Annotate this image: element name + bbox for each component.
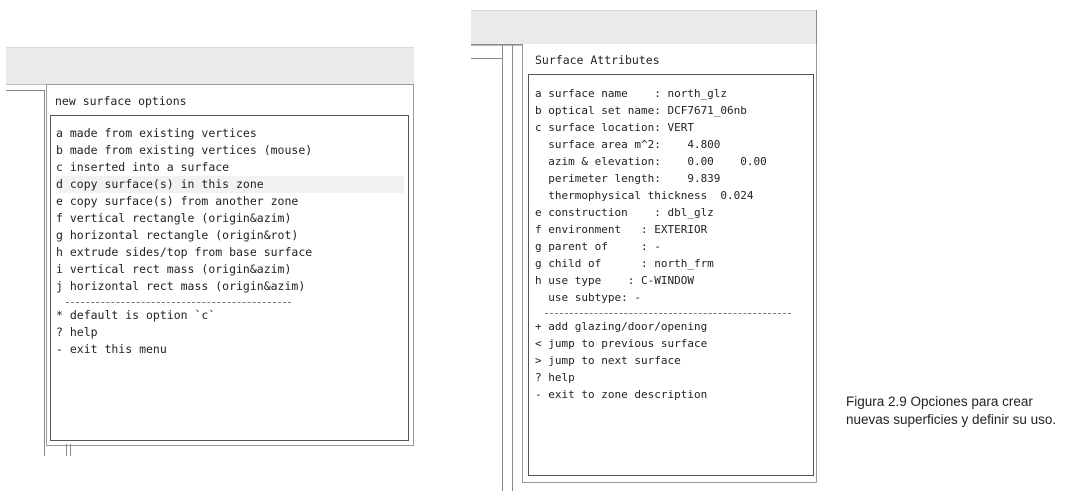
exit-option[interactable]: - exit to zone description xyxy=(535,386,811,403)
left-menu-panel: new surface options a made from existing… xyxy=(46,84,414,446)
attr-azim-elevation: azim & elevation: 0.00 0.00 xyxy=(535,155,767,168)
menu-option-i[interactable]: i vertical rect mass (origin&azim) xyxy=(56,261,404,278)
left-menu-list: a made from existing vertices b made fro… xyxy=(56,125,404,358)
menu-exit[interactable]: - exit this menu xyxy=(56,341,404,358)
right-window-titlebar xyxy=(471,10,817,46)
next-surface-option[interactable]: > jump to next surface xyxy=(535,352,811,369)
left-menu-box: a made from existing vertices b made fro… xyxy=(50,115,409,441)
menu-help[interactable]: ? help xyxy=(56,324,404,341)
attr-use-type[interactable]: h use type : C-WINDOW xyxy=(535,272,811,289)
right-menu-panel: Surface Attributes a surface name : nort… xyxy=(522,44,817,483)
attr-environment[interactable]: f environment : EXTERIOR xyxy=(535,221,811,238)
previous-surface-option[interactable]: < jump to previous surface xyxy=(535,335,811,352)
right-window-frame-line xyxy=(502,44,503,491)
right-menu-title: Surface Attributes xyxy=(535,53,660,67)
add-glazing-option[interactable]: + add glazing/door/opening xyxy=(535,318,811,335)
help-option[interactable]: ? help xyxy=(535,369,811,386)
left-menu-title: new surface options xyxy=(55,94,187,108)
right-window-frame-line xyxy=(471,58,502,59)
right-window-frame-line xyxy=(816,10,817,46)
attr-surface-name[interactable]: a surface name : north_glz xyxy=(535,85,811,102)
right-window-frame-line xyxy=(512,44,513,491)
menu-option-e[interactable]: e copy surface(s) from another zone xyxy=(56,193,404,210)
attr-construction[interactable]: e construction : dbl_glz xyxy=(535,204,811,221)
menu-default-note: * default is option `c` xyxy=(56,308,216,322)
menu-option-h[interactable]: h extrude sides/top from base surface xyxy=(56,244,404,261)
menu-option-f[interactable]: f vertical rectangle (origin&azim) xyxy=(56,210,404,227)
attr-thickness: thermophysical thickness 0.024 xyxy=(535,189,754,202)
menu-separator xyxy=(66,301,291,303)
menu-option-a[interactable]: a made from existing vertices xyxy=(56,125,404,142)
figure-caption: Figura 2.9 Opciones para crear nuevas su… xyxy=(846,394,1057,427)
menu-option-j[interactable]: j horizontal rect mass (origin&azim) xyxy=(56,278,404,295)
menu-option-d[interactable]: d copy surface(s) in this zone xyxy=(56,176,404,193)
left-window-frame-line xyxy=(44,90,45,456)
attr-optical-set[interactable]: b optical set name: DCF7671_06nb xyxy=(535,102,811,119)
left-window-bottom-line xyxy=(66,444,67,456)
menu-option-c[interactable]: c inserted into a surface xyxy=(56,159,404,176)
attr-child-of[interactable]: g child of : north_frm xyxy=(535,255,811,272)
left-window-frame-line xyxy=(6,90,44,91)
attr-use-subtype: use subtype: - xyxy=(535,291,641,304)
menu-option-g[interactable]: g horizontal rectangle (origin&rot) xyxy=(56,227,404,244)
attr-perimeter: perimeter length: 9.839 xyxy=(535,172,721,185)
attr-surface-area: surface area m^2: 4.800 xyxy=(535,138,721,151)
menu-option-b[interactable]: b made from existing vertices (mouse) xyxy=(56,142,404,159)
menu-separator xyxy=(545,312,791,314)
right-menu-box: a surface name : north_glz b optical set… xyxy=(528,74,814,476)
left-window-titlebar xyxy=(6,47,414,85)
right-menu-list: a surface name : north_glz b optical set… xyxy=(535,85,811,403)
left-window-bottom-line xyxy=(70,444,71,456)
attr-parent-of[interactable]: g parent of : - xyxy=(535,238,811,255)
attr-surface-location[interactable]: c surface location: VERT xyxy=(535,119,811,136)
